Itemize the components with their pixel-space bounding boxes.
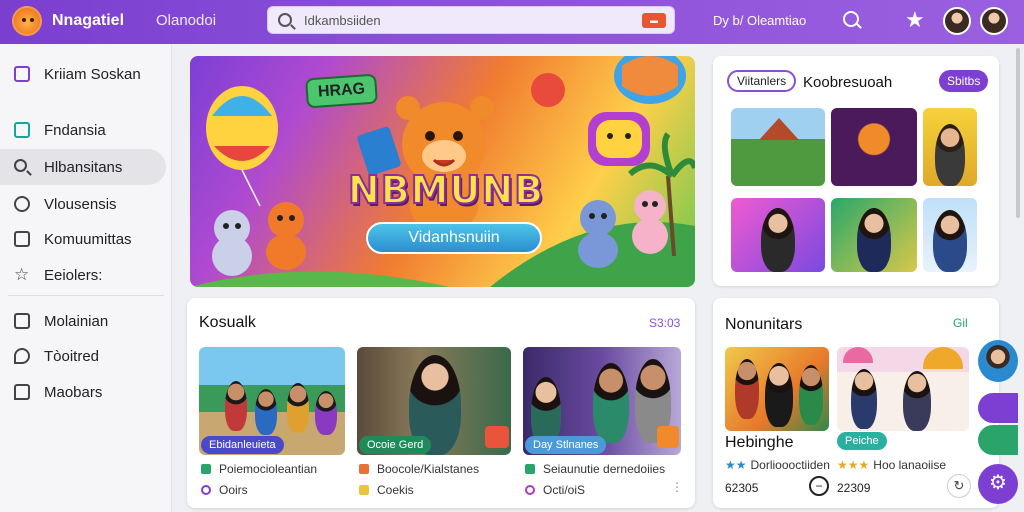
hero-tag: HRAG bbox=[305, 73, 379, 109]
clock-icon bbox=[201, 485, 211, 495]
sidebar-item-label: Maobars bbox=[44, 383, 103, 401]
sidebar-item-members[interactable]: Maobars bbox=[0, 374, 166, 410]
video-thumbnail[interactable] bbox=[837, 347, 969, 431]
sidebar-item-label: Fndansia bbox=[44, 121, 106, 139]
stat-value: 62305 bbox=[725, 481, 759, 495]
brand-name[interactable]: Nnagatiel bbox=[52, 12, 124, 30]
rating-row: ★★★ Hoo lanaoiise bbox=[837, 458, 946, 472]
video-thumbnail[interactable] bbox=[923, 108, 977, 186]
video-meta: Ooirs bbox=[201, 483, 248, 497]
video-meta: Boocole/Kialstanes bbox=[359, 462, 479, 476]
card-title: Nonunitars bbox=[725, 316, 803, 333]
gift-icon bbox=[359, 485, 369, 495]
avatar[interactable] bbox=[980, 7, 1008, 35]
video-meta: Coekis bbox=[359, 483, 414, 497]
sidebar-divider bbox=[8, 295, 164, 296]
sidebar-item-search[interactable]: Hlbansitans bbox=[0, 149, 166, 185]
star-icon: ☆ bbox=[14, 265, 30, 284]
video-thumbnail[interactable] bbox=[831, 198, 917, 272]
scrollbar[interactable] bbox=[1016, 48, 1020, 218]
sidebar-item-media[interactable]: Molainian bbox=[0, 303, 166, 339]
video-tag[interactable]: Day Stlnanes bbox=[525, 436, 607, 454]
square-icon bbox=[14, 122, 30, 138]
refresh-icon[interactable]: ↻ bbox=[947, 474, 971, 498]
sidebar-item-label: Vlousensis bbox=[44, 195, 117, 213]
tree-icon bbox=[201, 464, 211, 474]
community-card: Nonunitars Gil Hebinghe Peiche ★★ Dorlioo… bbox=[713, 298, 999, 508]
minus-icon[interactable]: − bbox=[809, 476, 829, 496]
more-icon[interactable]: ⋮ bbox=[671, 480, 683, 494]
search-badge[interactable]: ▬ bbox=[642, 13, 666, 28]
sidebar-item-favorites[interactable]: ☆ Eeiolers: bbox=[0, 257, 166, 293]
filter-chip[interactable]: Viitanlers bbox=[727, 70, 797, 92]
hero-title: NBMUNB bbox=[347, 167, 545, 213]
video-thumbnail[interactable] bbox=[731, 198, 825, 272]
sidebar-item-label: Molainian bbox=[44, 312, 109, 330]
camera-icon[interactable] bbox=[485, 426, 509, 448]
hero-cta-button[interactable]: Vidanhsnuiin bbox=[366, 222, 542, 254]
video-meta: Octi/oiS bbox=[525, 483, 585, 497]
member-tag[interactable]: Peiche bbox=[837, 432, 887, 450]
video-tag[interactable]: Ocoie Gerd bbox=[359, 436, 432, 454]
compass-icon bbox=[14, 196, 30, 212]
bookmark-icon[interactable] bbox=[657, 426, 679, 448]
sidebar-item-schedule[interactable]: Kriiam Soskan bbox=[0, 56, 166, 92]
grid-icon bbox=[359, 464, 369, 474]
card-count[interactable]: S3:03 bbox=[649, 316, 680, 330]
stat-value: 22309 bbox=[837, 481, 871, 495]
sidebar-item-label: Kriiam Soskan bbox=[44, 65, 141, 83]
folder-icon bbox=[14, 231, 30, 247]
box-icon bbox=[14, 313, 30, 329]
avatar[interactable] bbox=[943, 7, 971, 35]
card-title: Kosualk bbox=[199, 314, 256, 331]
sidebar-item-label: Eeiolers: bbox=[44, 266, 103, 284]
card-badge[interactable]: Sbitbs bbox=[939, 70, 989, 92]
search-icon[interactable] bbox=[843, 11, 859, 27]
featured-card: Kosualk S3:03 Ebidanleuieta Poiemociolea… bbox=[187, 298, 695, 508]
tree-icon bbox=[525, 464, 535, 474]
sidebar-item-label: Tòoitred bbox=[44, 347, 100, 365]
member-name[interactable]: Hebinghe bbox=[725, 434, 794, 452]
wallet-icon[interactable] bbox=[978, 425, 1018, 455]
video-thumbnail[interactable] bbox=[725, 347, 829, 431]
card-count[interactable]: Gil bbox=[953, 316, 968, 330]
top-bar: Nnagatiel Olanodoi Idkambsiiden ▬ Dy b/ … bbox=[0, 0, 1024, 44]
search-input[interactable]: Idkambsiiden bbox=[304, 13, 381, 28]
star-icon[interactable]: ★ bbox=[905, 9, 925, 31]
star-rating-icon: ★★ bbox=[725, 458, 747, 472]
hero-banner[interactable]: HRAG NBMUNB Vidanhsnuiin bbox=[190, 56, 695, 287]
star-rating-icon: ★★★ bbox=[837, 458, 870, 472]
avatar[interactable] bbox=[978, 340, 1018, 382]
video-meta: Seiaunutie dernedoiies bbox=[525, 462, 665, 476]
search-icon bbox=[14, 159, 27, 172]
chat-icon bbox=[14, 384, 30, 400]
sidebar-item-label: Hlbansitans bbox=[44, 158, 123, 176]
video-meta: Poiemocioleantian bbox=[201, 462, 317, 476]
clock-icon bbox=[525, 485, 535, 495]
rating-row: ★★ Dorlioooctiiden bbox=[725, 458, 830, 472]
sidebar: Kriiam Soskan Fndansia Hlbansitans Vlous… bbox=[0, 44, 172, 512]
search-bar[interactable]: Idkambsiiden ▬ bbox=[267, 6, 675, 34]
settings-button[interactable] bbox=[978, 464, 1018, 504]
sidebar-item-messages[interactable]: Tòoitred bbox=[0, 338, 166, 374]
bubble-icon bbox=[14, 348, 30, 364]
sidebar-item-home[interactable]: Fndansia bbox=[0, 112, 166, 148]
chat-icon[interactable] bbox=[978, 393, 1018, 423]
header-link[interactable]: Dy b/ Oleamtiao bbox=[713, 13, 806, 28]
discover-card: Viitanlers Koobresuoah Sbitbs bbox=[713, 56, 999, 286]
calendar-icon bbox=[14, 66, 30, 82]
video-thumbnail[interactable] bbox=[731, 108, 825, 186]
nav-link[interactable]: Olanodoi bbox=[156, 12, 216, 29]
video-thumbnail[interactable] bbox=[831, 108, 917, 186]
app-logo-icon[interactable] bbox=[12, 6, 42, 36]
sidebar-item-explore[interactable]: Vlousensis bbox=[0, 186, 166, 222]
sidebar-item-label: Komuumittas bbox=[44, 230, 132, 248]
search-icon bbox=[278, 13, 292, 27]
sidebar-item-community[interactable]: Komuumittas bbox=[0, 221, 166, 257]
video-tag[interactable]: Ebidanleuieta bbox=[201, 436, 284, 454]
video-thumbnail[interactable] bbox=[923, 198, 977, 272]
card-title: Koobresuoah bbox=[803, 74, 893, 91]
